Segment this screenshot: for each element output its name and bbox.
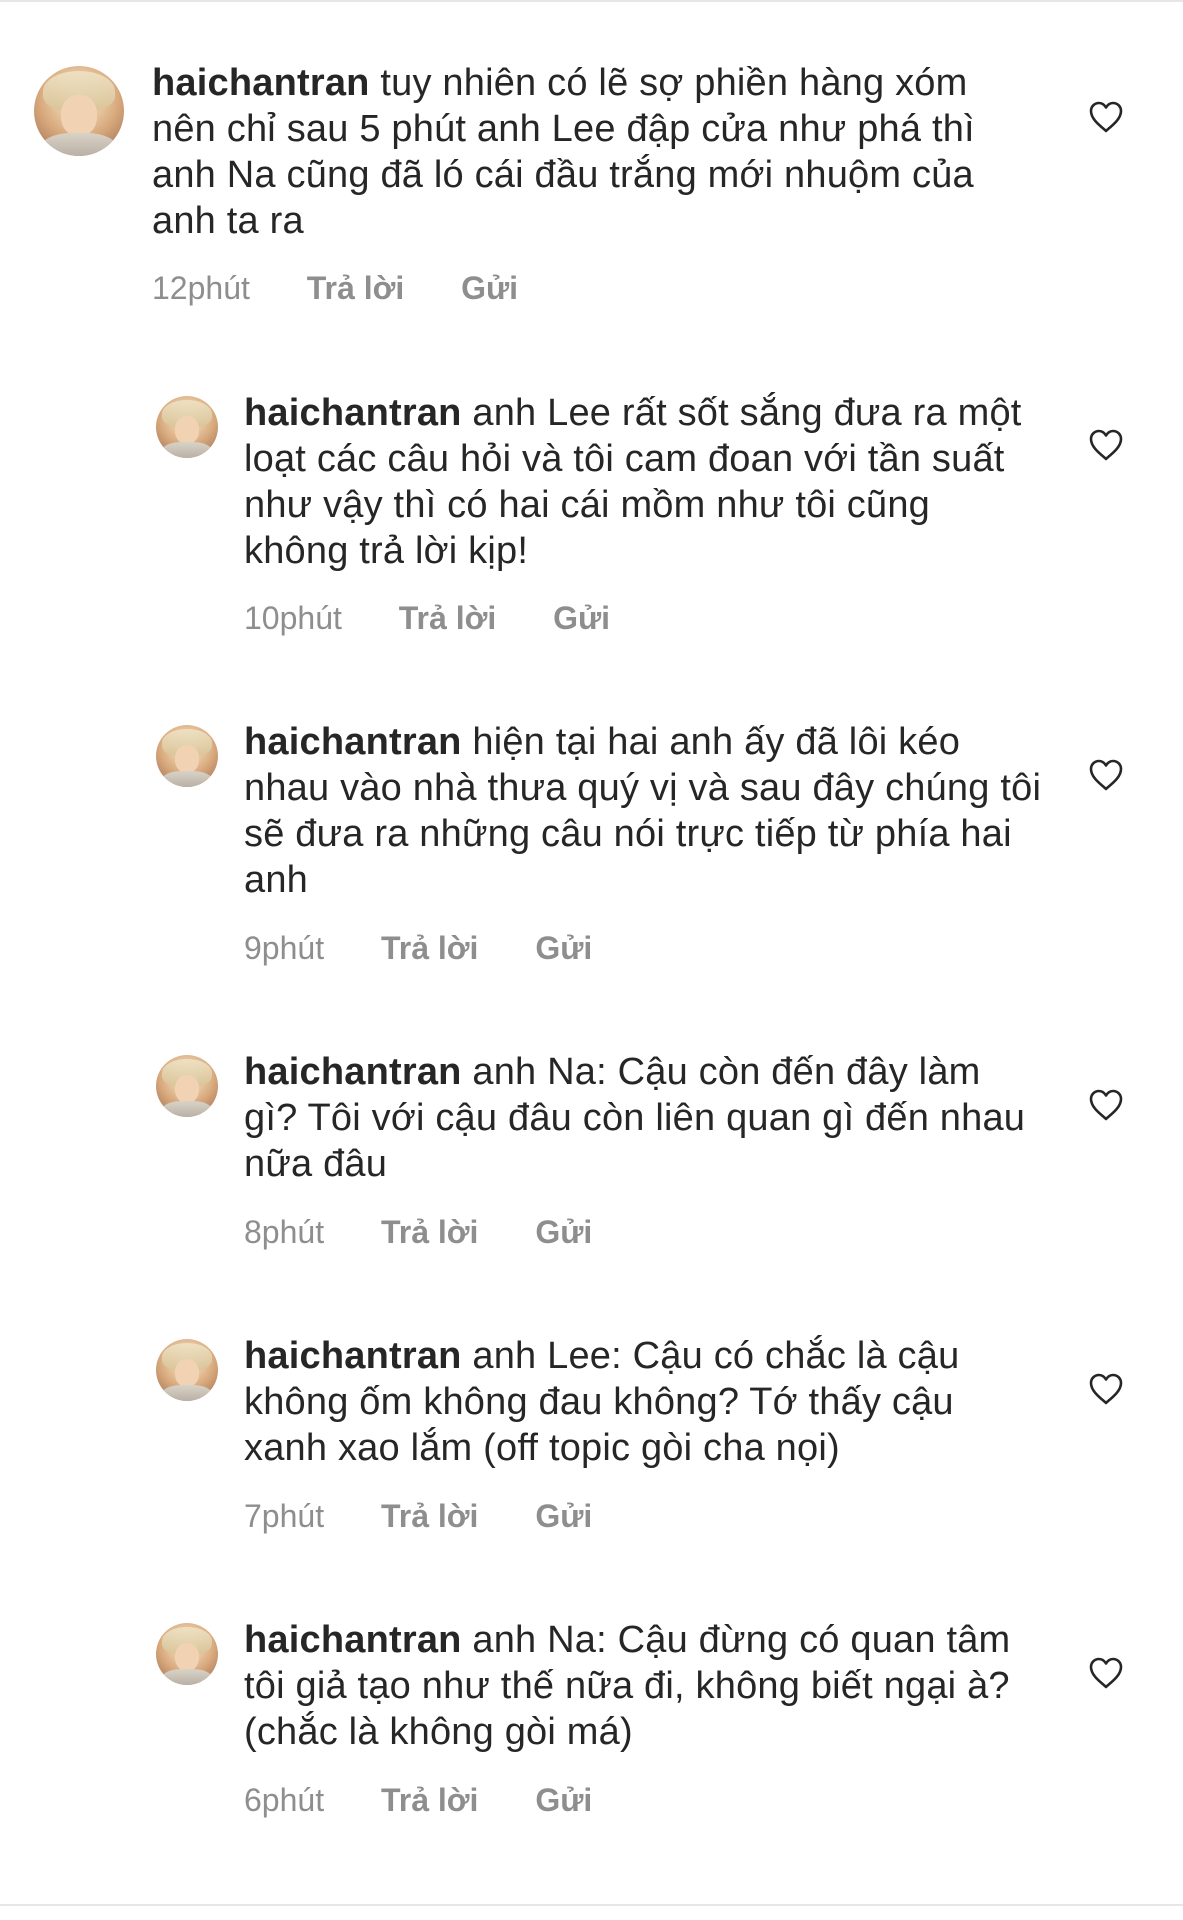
send-button[interactable]: Gửi [535, 928, 592, 968]
comment-time: 9phút [244, 930, 325, 966]
heart-icon[interactable] [1088, 428, 1124, 462]
comment-body: haichantran hiện tại hai anh ấy đã lôi k… [244, 719, 1044, 903]
reply-button[interactable]: Trả lời [307, 268, 404, 308]
avatar[interactable] [34, 66, 124, 156]
send-button[interactable]: Gửi [535, 1212, 592, 1252]
comment-username[interactable]: haichantran [244, 721, 462, 763]
send-button[interactable]: Gửi [553, 598, 610, 638]
avatar[interactable] [156, 1623, 218, 1685]
comment-body: haichantran anh Lee: Cậu có chắc là cậu … [244, 1333, 1044, 1471]
heart-icon[interactable] [1088, 1088, 1124, 1122]
heart-icon[interactable] [1088, 100, 1124, 134]
comment-body: haichantran tuy nhiên có lẽ sợ phiền hàn… [152, 60, 1022, 244]
comment-username[interactable]: haichantran [152, 62, 370, 104]
avatar[interactable] [156, 725, 218, 787]
comment-body: haichantran anh Lee rất sốt sắng đưa ra … [244, 390, 1044, 574]
comment-meta: 7phút Trả lời Gửi [244, 1496, 592, 1536]
send-button[interactable]: Gửi [461, 268, 518, 308]
bottom-divider [0, 1904, 1183, 1906]
heart-icon[interactable] [1088, 758, 1124, 792]
comment-time: 8phút [244, 1214, 325, 1250]
comment-body: haichantran anh Na: Cậu đừng có quan tâm… [244, 1617, 1044, 1755]
comment-time: 12phút [152, 270, 250, 306]
avatar[interactable] [156, 1339, 218, 1401]
reply-button[interactable]: Trả lời [399, 598, 496, 638]
comment-meta: 10phút Trả lời Gửi [244, 598, 610, 638]
comment-meta: 9phút Trả lời Gửi [244, 928, 592, 968]
comment-username[interactable]: haichantran [244, 1619, 462, 1661]
reply-button[interactable]: Trả lời [381, 1496, 478, 1536]
reply-button[interactable]: Trả lời [381, 1780, 478, 1820]
send-button[interactable]: Gửi [535, 1496, 592, 1536]
send-button[interactable]: Gửi [535, 1780, 592, 1820]
heart-icon[interactable] [1088, 1372, 1124, 1406]
heart-icon[interactable] [1088, 1656, 1124, 1690]
comment-meta: 6phút Trả lời Gửi [244, 1780, 592, 1820]
avatar[interactable] [156, 396, 218, 458]
comment-meta: 8phút Trả lời Gửi [244, 1212, 592, 1252]
comment-time: 6phút [244, 1782, 325, 1818]
top-divider [0, 0, 1183, 2]
comment-username[interactable]: haichantran [244, 1335, 462, 1377]
reply-button[interactable]: Trả lời [381, 928, 478, 968]
reply-button[interactable]: Trả lời [381, 1212, 478, 1252]
comment-time: 7phút [244, 1498, 325, 1534]
comment-time: 10phút [244, 600, 342, 636]
comment-username[interactable]: haichantran [244, 1051, 462, 1093]
avatar[interactable] [156, 1055, 218, 1117]
comment-body: haichantran anh Na: Cậu còn đến đây làm … [244, 1049, 1044, 1187]
comment-meta: 12phút Trả lời Gửi [152, 268, 518, 308]
comment-username[interactable]: haichantran [244, 392, 462, 434]
